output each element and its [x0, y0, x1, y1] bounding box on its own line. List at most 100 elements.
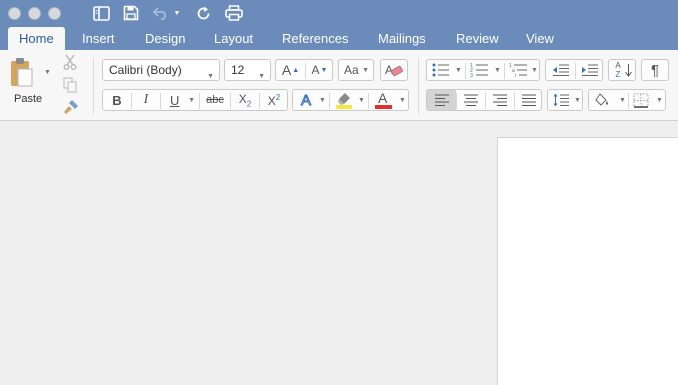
- svg-text:i: i: [515, 73, 516, 78]
- chevron-down-icon: ▼: [455, 67, 462, 74]
- sort-top-letter: A: [615, 61, 621, 70]
- sidebar-icon: [92, 5, 110, 21]
- group-separator: [93, 58, 94, 114]
- superscript-mark: 2: [275, 92, 281, 102]
- eraser-icon: A: [385, 63, 403, 77]
- bold-button[interactable]: B: [103, 90, 131, 110]
- ribbon: ▼ Paste Calibri (Body) ▼ 12 ▼ A ▲ A ▼ Aa ▼…: [0, 50, 678, 121]
- paste-dropdown-icon[interactable]: ▼: [44, 69, 51, 76]
- chevron-down-icon: ▼: [494, 67, 501, 74]
- tab-layout[interactable]: Layout: [214, 27, 253, 50]
- align-left-icon: [434, 94, 449, 106]
- italic-icon: I: [143, 92, 149, 107]
- borders-button[interactable]: ▼: [629, 90, 666, 110]
- align-right-icon: [493, 94, 507, 106]
- alignment-group: [426, 89, 542, 111]
- chevron-down-icon: ▼: [319, 97, 326, 104]
- tab-insert[interactable]: Insert: [82, 27, 115, 50]
- shading-button[interactable]: ▼: [589, 90, 628, 110]
- cut-button[interactable]: [63, 54, 79, 70]
- align-left-button[interactable]: [427, 90, 456, 110]
- justify-button[interactable]: [515, 90, 542, 110]
- align-right-button[interactable]: [486, 90, 514, 110]
- redo-icon: [197, 6, 209, 19]
- print-button[interactable]: [224, 3, 244, 23]
- save-button[interactable]: [121, 3, 141, 23]
- sort-bottom-letter: Z: [615, 70, 621, 79]
- tab-mailings[interactable]: Mailings: [378, 27, 426, 50]
- font-size-combo[interactable]: 12 ▼: [224, 59, 271, 81]
- tab-home[interactable]: Home: [8, 27, 65, 50]
- undo-button[interactable]: [151, 3, 171, 23]
- subscript-icon: X2: [239, 92, 251, 108]
- increase-indent-button[interactable]: [576, 60, 603, 80]
- subscript-base: X: [238, 91, 247, 106]
- align-center-button[interactable]: [457, 90, 485, 110]
- italic-button[interactable]: I: [132, 90, 160, 110]
- borders-icon: [633, 93, 649, 108]
- text-effects-button[interactable]: A ▼: [293, 90, 329, 110]
- tab-references[interactable]: References: [282, 27, 348, 50]
- multilevel-list-button[interactable]: 1ai ▼: [505, 60, 540, 80]
- redo-button[interactable]: [194, 3, 212, 23]
- font-color-button[interactable]: A ▼: [369, 90, 409, 110]
- superscript-button[interactable]: X2: [260, 90, 288, 110]
- numbering-button[interactable]: 123 ▼: [466, 60, 504, 80]
- svg-text:3: 3: [470, 73, 473, 78]
- superscript-base: X: [267, 93, 276, 108]
- chevron-down-icon: ▼: [656, 97, 663, 104]
- chevron-down-icon: ▼: [258, 73, 265, 80]
- pilcrow-icon: ¶: [650, 61, 660, 79]
- close-window-button[interactable]: [8, 7, 21, 20]
- tab-design[interactable]: Design: [145, 27, 185, 50]
- highlighter-icon: [336, 93, 352, 109]
- minimize-window-button[interactable]: [28, 7, 41, 20]
- line-spacing-button[interactable]: ▼: [547, 89, 583, 111]
- bullet-list-icon: [432, 63, 449, 77]
- strikethrough-button[interactable]: abc: [200, 90, 230, 110]
- subscript-mark: 2: [246, 99, 252, 109]
- list-group: ▼ 123 ▼ 1ai ▼: [426, 59, 540, 81]
- line-spacing-icon: [553, 93, 569, 107]
- undo-icon: [152, 7, 166, 20]
- underline-icon: U: [170, 92, 180, 108]
- paste-button[interactable]: [9, 56, 39, 94]
- document-page[interactable]: [497, 137, 678, 385]
- up-triangle-icon: ▲: [292, 66, 300, 74]
- sort-icon: A Z: [614, 61, 622, 79]
- zoom-window-button[interactable]: [48, 7, 61, 20]
- indent-group: [545, 59, 603, 81]
- paste-label: Paste: [14, 93, 43, 105]
- highlight-button[interactable]: ▼: [330, 90, 368, 110]
- subscript-button[interactable]: X2: [231, 90, 259, 110]
- sidebar-toggle-button[interactable]: [91, 3, 111, 23]
- chevron-down-icon: ▼: [362, 67, 369, 74]
- down-arrow-icon: [625, 64, 632, 77]
- font-name-combo[interactable]: Calibri (Body) ▼: [102, 59, 220, 81]
- undo-dropdown[interactable]: ▼: [172, 3, 182, 23]
- font-size-value: 12: [231, 63, 245, 77]
- clipboard-icon: [11, 58, 33, 87]
- tab-review[interactable]: Review: [456, 27, 499, 50]
- change-case-icon: Aa: [344, 63, 359, 77]
- font-name-value: Calibri (Body): [109, 63, 182, 77]
- underline-button[interactable]: U ▼: [161, 90, 199, 110]
- shrink-font-button[interactable]: A ▼: [306, 60, 333, 80]
- tab-view[interactable]: View: [526, 27, 554, 50]
- chevron-down-icon: ▼: [531, 67, 538, 74]
- copy-button[interactable]: [63, 77, 79, 93]
- chevron-down-icon: ▼: [574, 97, 581, 104]
- chevron-down-icon: ▼: [173, 9, 181, 17]
- align-center-icon: [464, 94, 478, 106]
- font-color-swatch: [375, 105, 392, 109]
- format-painter-button[interactable]: [62, 99, 80, 115]
- clear-formatting-button[interactable]: A: [380, 59, 408, 81]
- grow-font-button[interactable]: A ▲: [276, 60, 305, 80]
- chevron-down-icon: ▼: [619, 97, 626, 104]
- show-formatting-marks-button[interactable]: ¶: [641, 59, 669, 81]
- save-icon: [123, 5, 139, 21]
- sort-button[interactable]: A Z: [608, 59, 636, 81]
- decrease-indent-button[interactable]: [546, 60, 575, 80]
- bullets-button[interactable]: ▼: [427, 60, 465, 80]
- change-case-button[interactable]: Aa ▼: [338, 59, 374, 81]
